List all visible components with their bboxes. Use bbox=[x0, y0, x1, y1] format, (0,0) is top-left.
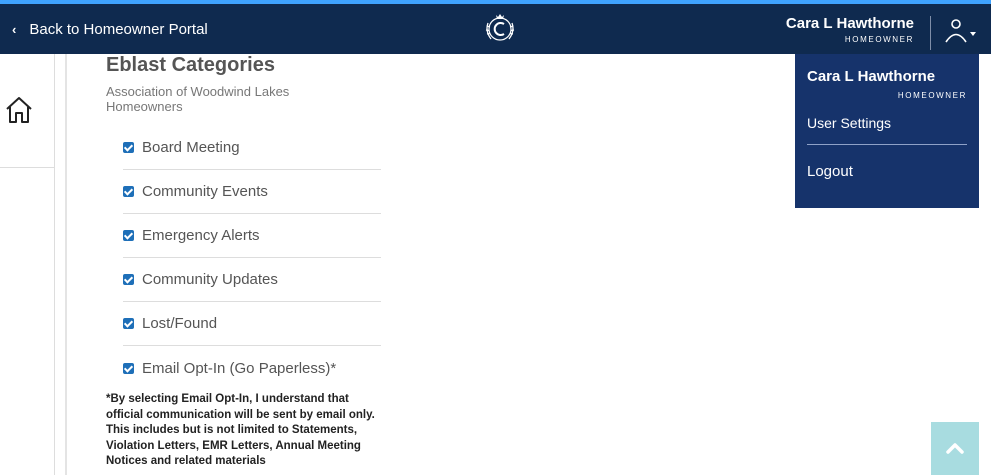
category-label: Community Updates bbox=[142, 271, 278, 288]
category-label: Community Events bbox=[142, 183, 268, 200]
category-label: Emergency Alerts bbox=[142, 227, 260, 244]
dropdown-user-name: Cara L Hawthorne bbox=[807, 68, 936, 85]
header-user-role: HOMEOWNER bbox=[844, 35, 914, 44]
back-to-portal-link[interactable]: ‹ Back to Homeowner Portal bbox=[12, 21, 208, 38]
community-crest-logo bbox=[485, 14, 515, 41]
email-opt-in-disclaimer: *By selecting Email Opt-In, I understand… bbox=[106, 393, 375, 467]
dropdown-divider bbox=[807, 144, 967, 145]
category-label: Board Meeting bbox=[142, 139, 240, 156]
category-emergency-alerts[interactable]: Emergency Alerts bbox=[123, 214, 381, 258]
checkbox-checked-icon[interactable] bbox=[123, 142, 134, 153]
home-icon[interactable] bbox=[4, 94, 34, 126]
eblast-categories-panel: Eblast Categories Association of Woodwin… bbox=[106, 54, 386, 470]
dropdown-user-role: HOMEOWNER bbox=[897, 91, 967, 100]
sidebar-divider bbox=[0, 167, 55, 168]
category-board-meeting[interactable]: Board Meeting bbox=[123, 126, 381, 170]
category-community-events[interactable]: Community Events bbox=[123, 170, 381, 214]
user-settings-link[interactable]: User Settings bbox=[807, 115, 891, 131]
checkbox-checked-icon[interactable] bbox=[123, 362, 134, 374]
content-scroll-track[interactable] bbox=[65, 54, 67, 475]
checkbox-checked-icon[interactable] bbox=[123, 186, 134, 197]
header-divider bbox=[930, 16, 931, 50]
category-list: Board Meeting Community Events Emergency… bbox=[106, 126, 386, 390]
back-link-label: Back to Homeowner Portal bbox=[29, 21, 208, 38]
logout-link[interactable]: Logout bbox=[807, 163, 853, 180]
checkbox-checked-icon[interactable] bbox=[123, 274, 134, 285]
header-user-name: Cara L Hawthorne bbox=[785, 15, 914, 32]
user-icon bbox=[945, 19, 967, 43]
category-label: Lost/Found bbox=[142, 315, 218, 332]
chevron-up-icon bbox=[946, 443, 964, 454]
association-name: Association of Woodwind Lakes Homeowners bbox=[106, 84, 290, 114]
scroll-to-top-button[interactable] bbox=[931, 422, 979, 475]
page-title: Eblast Categories bbox=[106, 54, 275, 76]
category-email-opt-in[interactable]: Email Opt-In (Go Paperless)* bbox=[123, 346, 381, 390]
user-dropdown-menu: Cara L Hawthorne HOMEOWNER User Settings… bbox=[795, 54, 979, 208]
header-user-info: Cara L Hawthorne HOMEOWNER bbox=[786, 15, 914, 44]
chevron-left-icon: ‹ bbox=[12, 22, 17, 37]
top-navigation-bar: ‹ Back to Homeowner Portal Cara L Hawtho… bbox=[0, 0, 991, 54]
checkbox-checked-icon[interactable] bbox=[123, 318, 134, 329]
caret-down-icon bbox=[970, 32, 976, 36]
category-lost-found[interactable]: Lost/Found bbox=[123, 302, 381, 346]
user-menu-toggle[interactable] bbox=[943, 15, 983, 49]
category-community-updates[interactable]: Community Updates bbox=[123, 258, 381, 302]
checkbox-checked-icon[interactable] bbox=[123, 230, 134, 241]
category-label: Email Opt-In (Go Paperless)* bbox=[142, 359, 337, 377]
